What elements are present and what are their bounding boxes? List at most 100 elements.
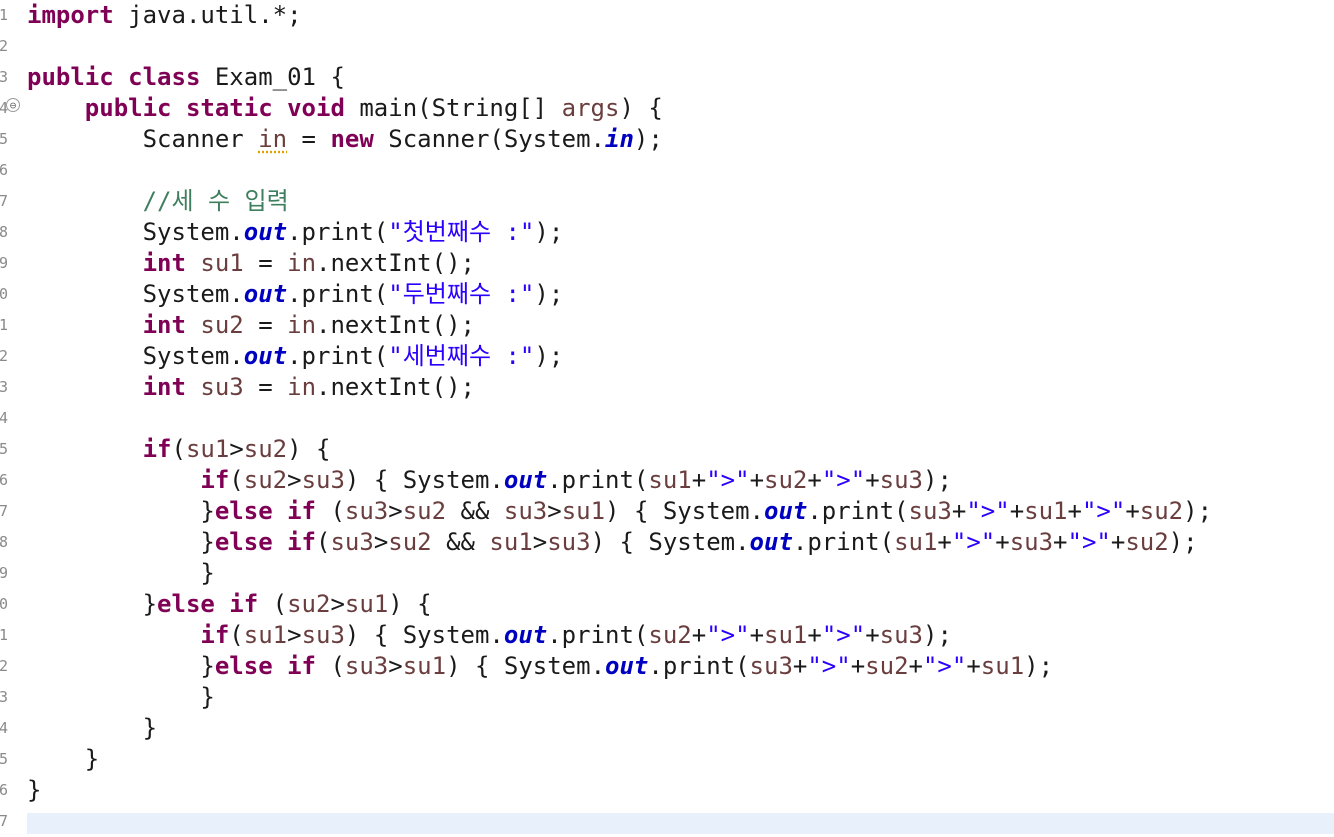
code-token: } bbox=[27, 714, 158, 742]
code-token: //세 수 입력 bbox=[142, 187, 289, 215]
code-line[interactable]: } bbox=[27, 558, 214, 589]
code-token: > bbox=[287, 621, 302, 649]
code-token: ); bbox=[534, 280, 564, 308]
code-token: if bbox=[229, 590, 259, 618]
code-token: } bbox=[27, 683, 215, 711]
code-line[interactable]: if(su1>su2) { bbox=[27, 434, 331, 465]
code-token: = bbox=[243, 373, 288, 401]
code-token: in bbox=[287, 311, 317, 339]
code-line[interactable]: }else if (su2>su1) { bbox=[27, 589, 432, 620]
code-token: .print( bbox=[547, 621, 649, 649]
code-token: .print( bbox=[792, 528, 895, 556]
line-number: 5 bbox=[0, 750, 8, 768]
code-token: ); bbox=[923, 621, 952, 649]
code-line[interactable]: int su3 = in.nextInt(); bbox=[27, 372, 475, 403]
code-token: + bbox=[749, 621, 765, 649]
code-token: out bbox=[749, 528, 793, 556]
code-token: su2 bbox=[1139, 497, 1184, 525]
code-token: "첫번째수 :" bbox=[388, 218, 535, 246]
code-token: .print( bbox=[807, 497, 909, 525]
code-token: ( bbox=[258, 590, 288, 618]
code-line[interactable]: System.out.print("첫번째수 :"); bbox=[27, 217, 564, 248]
code-token: ">" bbox=[922, 652, 967, 680]
code-token: su3 bbox=[330, 528, 374, 556]
code-token: + bbox=[850, 652, 866, 680]
code-token: su3 bbox=[879, 621, 923, 649]
code-token: su1 bbox=[1024, 497, 1068, 525]
code-token: ">" bbox=[807, 652, 851, 680]
code-token: System. bbox=[27, 342, 244, 370]
code-editor[interactable]: ⊖ 1 import java.util.*; 2 3 public class Exa… bbox=[0, 0, 1334, 834]
code-token: .nextInt(); bbox=[316, 373, 475, 401]
code-token: su2 bbox=[243, 466, 288, 494]
code-line[interactable]: int su2 = in.nextInt(); bbox=[27, 310, 475, 341]
code-token: .print( bbox=[547, 466, 649, 494]
line-number: 0 bbox=[0, 595, 8, 613]
code-token: > bbox=[229, 435, 244, 463]
code-token: args bbox=[561, 94, 620, 122]
code-line[interactable]: public class Exam_01 { bbox=[27, 62, 345, 93]
code-line[interactable]: }else if(su3>su2 && su1>su3) { System.ou… bbox=[27, 527, 1197, 558]
code-line[interactable]: if(su2>su3) { System.out.print(su1+">"+s… bbox=[27, 465, 952, 496]
code-token: + bbox=[807, 466, 822, 494]
code-line[interactable]: }else if (su3>su1) { System.out.print(su… bbox=[27, 651, 1053, 682]
code-token: su2 bbox=[402, 497, 447, 525]
code-token: in bbox=[287, 249, 317, 277]
line-number: 1 bbox=[0, 316, 8, 334]
code-token: su1 bbox=[648, 466, 692, 494]
code-token: && bbox=[431, 528, 490, 556]
code-line[interactable]: //세 수 입력 bbox=[27, 186, 289, 217]
code-token: in bbox=[605, 125, 634, 153]
code-token: ">" bbox=[966, 497, 1010, 525]
code-token: = bbox=[287, 125, 331, 153]
code-line[interactable]: public static void main(String[] args) { bbox=[27, 93, 663, 124]
code-token: su3 bbox=[301, 621, 345, 649]
code-token: if bbox=[287, 652, 316, 680]
code-line[interactable]: } bbox=[27, 744, 99, 775]
line-number: 3 bbox=[0, 688, 8, 706]
code-token: = bbox=[243, 311, 288, 339]
code-token: if bbox=[287, 497, 316, 525]
code-token: su1 bbox=[243, 621, 288, 649]
code-token: + bbox=[865, 621, 880, 649]
code-token: + bbox=[995, 528, 1010, 556]
code-token: } bbox=[27, 776, 42, 804]
code-token: in bbox=[258, 125, 288, 153]
code-line[interactable]: } bbox=[27, 713, 157, 744]
code-token: ) { System. bbox=[344, 466, 504, 494]
code-line[interactable]: if(su1>su3) { System.out.print(su2+">"+s… bbox=[27, 620, 952, 651]
code-token: int bbox=[142, 373, 186, 401]
code-line[interactable]: Scanner in = new Scanner(System.in); bbox=[27, 124, 663, 155]
code-token: System. bbox=[27, 280, 244, 308]
code-token: out bbox=[243, 218, 288, 246]
code-token: ) { System. bbox=[605, 497, 764, 525]
code-token: in bbox=[287, 373, 317, 401]
code-line[interactable]: import java.util.*; bbox=[27, 0, 302, 31]
code-line[interactable]: }else if (su3>su2 && su3>su1) { System.o… bbox=[27, 496, 1212, 527]
line-number: 4 bbox=[0, 719, 8, 737]
code-token: else bbox=[214, 652, 273, 680]
line-number: 3 bbox=[0, 68, 8, 86]
code-line[interactable]: System.out.print("두번째수 :"); bbox=[27, 279, 564, 310]
line-number: 6 bbox=[0, 161, 8, 179]
current-line-highlight bbox=[27, 813, 1334, 834]
code-token: su2 bbox=[200, 311, 244, 339]
line-number: 3 bbox=[0, 378, 8, 396]
code-line[interactable]: System.out.print("세번째수 :"); bbox=[27, 341, 564, 372]
code-token: ">" bbox=[1081, 497, 1126, 525]
code-token: out bbox=[503, 466, 548, 494]
code-line[interactable]: } bbox=[27, 682, 215, 713]
code-line[interactable]: } bbox=[27, 775, 41, 806]
code-token: } bbox=[27, 590, 158, 618]
code-line[interactable]: int su1 = in.nextInt(); bbox=[27, 248, 475, 279]
code-token: .print( bbox=[287, 218, 389, 246]
fold-toggle-icon[interactable]: ⊖ bbox=[6, 98, 20, 112]
code-token: public bbox=[84, 94, 172, 122]
line-number: 2 bbox=[0, 37, 8, 55]
